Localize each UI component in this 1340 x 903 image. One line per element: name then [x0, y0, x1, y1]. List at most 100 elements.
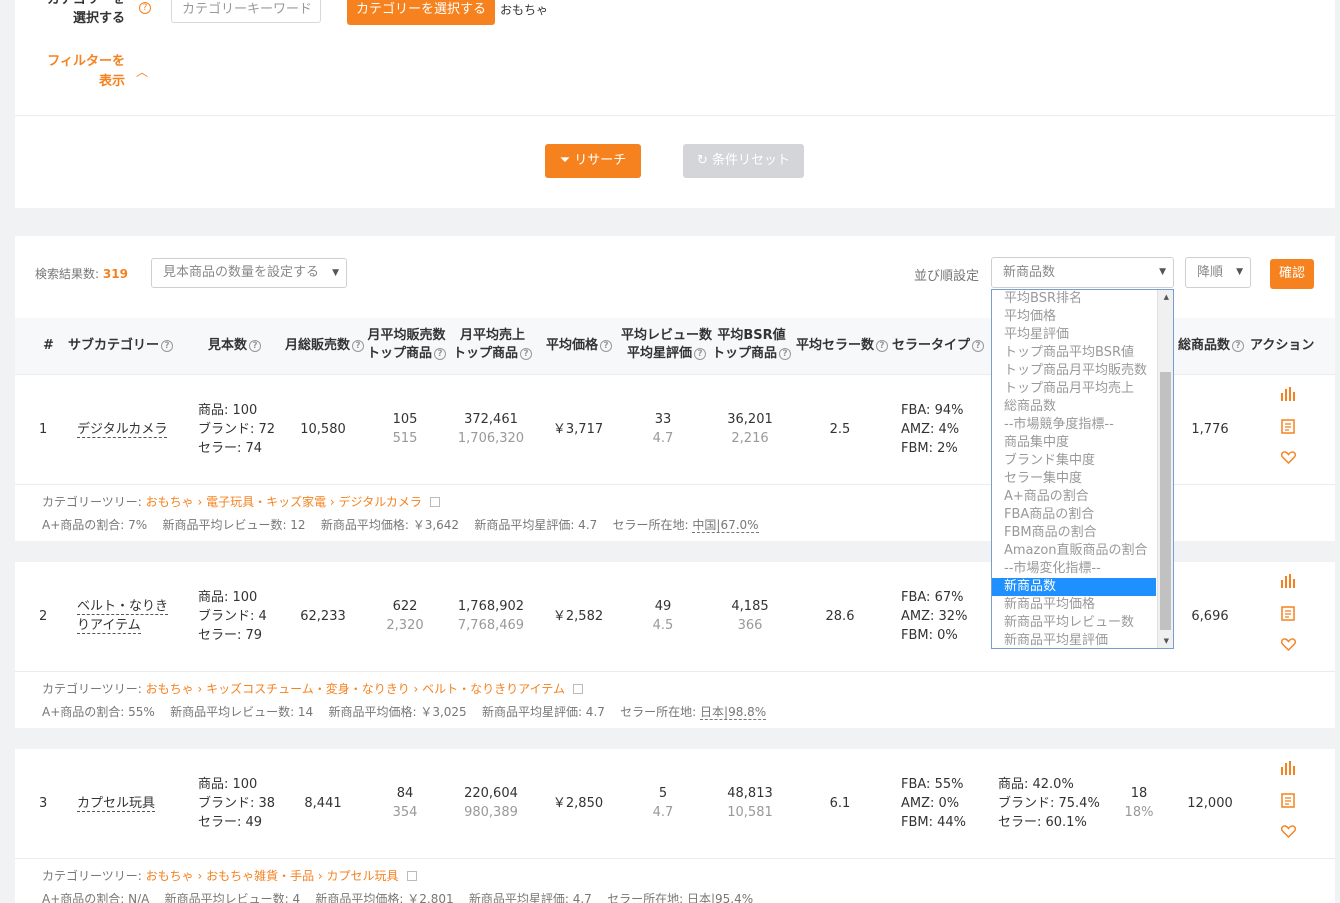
- avg-sales: 105 515: [365, 410, 445, 448]
- avg-revenue-top: 7,768,469: [457, 618, 525, 633]
- subcategory-name[interactable]: カプセル玩具: [77, 794, 172, 813]
- sort-select[interactable]: 新商品数 ▼: [991, 257, 1174, 288]
- samples: 商品: 100 ブランド: 4 セラー: 79: [198, 588, 267, 645]
- order-select[interactable]: 降順 ▼: [1185, 257, 1251, 288]
- sort-option[interactable]: 総商品数: [992, 398, 1173, 416]
- seller-location[interactable]: 日本|98.8%: [700, 705, 767, 720]
- filter-panel: カテゴリーを 選択する ? カテゴリーキーワード カテゴリーを選択する おもちゃ…: [15, 0, 1335, 208]
- sort-option[interactable]: 商品集中度: [992, 434, 1173, 452]
- help-icon[interactable]: ?: [249, 340, 262, 352]
- heart-icon[interactable]: [1278, 824, 1298, 842]
- help-icon[interactable]: ?: [161, 340, 174, 352]
- external-link-icon[interactable]: [572, 684, 583, 694]
- avg-star-value: 4.7: [652, 805, 674, 820]
- sort-option[interactable]: 平均BSR排名: [992, 290, 1173, 308]
- category-keyword-input[interactable]: カテゴリーキーワード: [171, 0, 321, 23]
- research-button[interactable]: ⏷ リサーチ: [545, 144, 641, 178]
- help-icon[interactable]: ?: [1232, 340, 1245, 352]
- stat-new-stars: 新商品平均星評価: 4.7: [481, 705, 605, 719]
- help-icon[interactable]: ?: [520, 348, 533, 360]
- subcategory-name-text: デジタルカメラ: [77, 422, 168, 438]
- help-icon[interactable]: ?: [600, 340, 613, 352]
- subcategory-name[interactable]: ベルト・なりきりアイテム: [77, 597, 172, 635]
- col-samples: 見本数?: [208, 337, 262, 355]
- sort-option[interactable]: トップ商品月平均売上: [992, 380, 1173, 398]
- scrollbar[interactable]: ▲ ▼: [1157, 290, 1173, 648]
- category-tree-path[interactable]: おもちゃ › キッズコスチューム・変身・なりきり › ベルト・なりきりアイテム: [146, 682, 565, 696]
- document-icon[interactable]: [1278, 419, 1298, 438]
- chart-icon[interactable]: [1278, 387, 1298, 405]
- chevron-up-icon[interactable]: ︿: [136, 63, 148, 80]
- help-icon[interactable]: ?: [352, 340, 365, 352]
- avg-sales-value: 105: [392, 412, 418, 427]
- sort-option[interactable]: 新商品数: [992, 578, 1156, 596]
- sample-count-select[interactable]: 見本商品の数量を設定する ▼: [151, 258, 347, 288]
- refresh-icon: ↻: [696, 153, 708, 168]
- new-products-value: 18: [1130, 786, 1148, 801]
- research-label: リサーチ: [574, 153, 627, 168]
- chart-icon[interactable]: [1278, 761, 1298, 779]
- sort-option[interactable]: --市場変化指標--: [992, 560, 1173, 578]
- col-avg-bsr: 平均BSR値 トップ商品?: [712, 327, 792, 363]
- sort-option[interactable]: 新商品平均価格: [992, 596, 1173, 614]
- sort-option[interactable]: FBA商品の割合: [992, 506, 1173, 524]
- sort-option[interactable]: ブランド集中度: [992, 452, 1173, 470]
- category-tree-path[interactable]: おもちゃ › 電子玩具・キッズ家電 › デジタルカメラ: [146, 495, 422, 509]
- monthly-sales: 10,580: [300, 422, 346, 437]
- sort-option[interactable]: Amazon直販商品の割合: [992, 542, 1173, 560]
- sort-option[interactable]: A+商品の割合: [992, 488, 1173, 506]
- subcategory-name-text: カプセル玩具: [77, 796, 156, 812]
- sort-option[interactable]: --市場競争度指標--: [992, 416, 1173, 434]
- seller-location[interactable]: 中国|67.0%: [692, 518, 759, 533]
- avg-bsr: 36,201 2,216: [710, 410, 790, 448]
- avg-review: 33 4.7: [623, 410, 703, 448]
- filter-toggle[interactable]: フィルターを 表示: [15, 52, 125, 92]
- chart-icon[interactable]: [1278, 574, 1298, 592]
- col-seller-type: セラータイプ?: [892, 337, 985, 355]
- sort-option[interactable]: セラー集中度: [992, 470, 1173, 488]
- col-subcategory-label: サブカテゴリー: [68, 338, 160, 353]
- sort-option[interactable]: トップ商品平均BSR値: [992, 344, 1173, 362]
- document-icon[interactable]: [1278, 606, 1298, 625]
- row-divider: [15, 858, 1335, 859]
- reset-button[interactable]: ↻ 条件リセット: [683, 144, 804, 178]
- scroll-down-icon[interactable]: ▼: [1164, 637, 1169, 645]
- selected-category: おもちゃ: [500, 3, 549, 17]
- help-icon[interactable]: ?: [139, 2, 151, 14]
- samples-sellers: セラー: 49: [198, 815, 263, 830]
- seller-type-fbm: FBM: 0%: [901, 628, 958, 643]
- col-avg-price-label: 平均価格: [546, 338, 599, 353]
- help-icon[interactable]: ?: [779, 348, 792, 360]
- seller-location[interactable]: 日本|95.4%: [686, 892, 754, 903]
- help-icon[interactable]: ?: [694, 348, 707, 360]
- avg-review: 49 4.5: [623, 597, 703, 635]
- avg-price: ￥2,582: [552, 609, 604, 624]
- sort-option[interactable]: トップ商品月平均販売数: [992, 362, 1173, 380]
- external-link-icon[interactable]: [429, 497, 440, 507]
- sort-dropdown-list[interactable]: 平均BSR排名 平均価格 平均星評価 トップ商品平均BSR値 トップ商品月平均販売数 トッ…: [991, 289, 1174, 649]
- new-products: 18 18%: [1115, 784, 1163, 822]
- help-icon[interactable]: ?: [876, 340, 889, 352]
- avg-revenue-value: 220,604: [464, 786, 518, 801]
- sort-option[interactable]: 平均星評価: [992, 326, 1173, 344]
- select-category-button[interactable]: カテゴリーを選択する: [347, 0, 495, 25]
- sort-option[interactable]: FBM商品の割合: [992, 524, 1173, 542]
- heart-icon[interactable]: [1278, 450, 1298, 468]
- col-num: #: [43, 338, 54, 353]
- scroll-up-icon[interactable]: ▲: [1164, 293, 1169, 301]
- external-link-icon[interactable]: [406, 871, 417, 881]
- help-icon[interactable]: ?: [434, 348, 447, 360]
- avg-sales-value: 622: [392, 599, 418, 614]
- col-avg-bsr-label: 平均BSR値: [717, 328, 786, 343]
- scroll-thumb[interactable]: [1160, 372, 1171, 630]
- document-icon[interactable]: [1278, 793, 1298, 812]
- help-icon[interactable]: ?: [972, 340, 985, 352]
- sort-option[interactable]: 新商品平均星評価: [992, 632, 1173, 648]
- heart-icon[interactable]: [1278, 637, 1298, 655]
- category-tree-path[interactable]: おもちゃ › おもちゃ雑貨・手品 › カプセル玩具: [146, 869, 399, 883]
- subcategory-name[interactable]: デジタルカメラ: [77, 420, 172, 439]
- sort-option[interactable]: 新商品平均レビュー数: [992, 614, 1173, 632]
- confirm-button[interactable]: 確認: [1270, 259, 1314, 289]
- avg-sales: 622 2,320: [365, 597, 445, 635]
- sort-option[interactable]: 平均価格: [992, 308, 1173, 326]
